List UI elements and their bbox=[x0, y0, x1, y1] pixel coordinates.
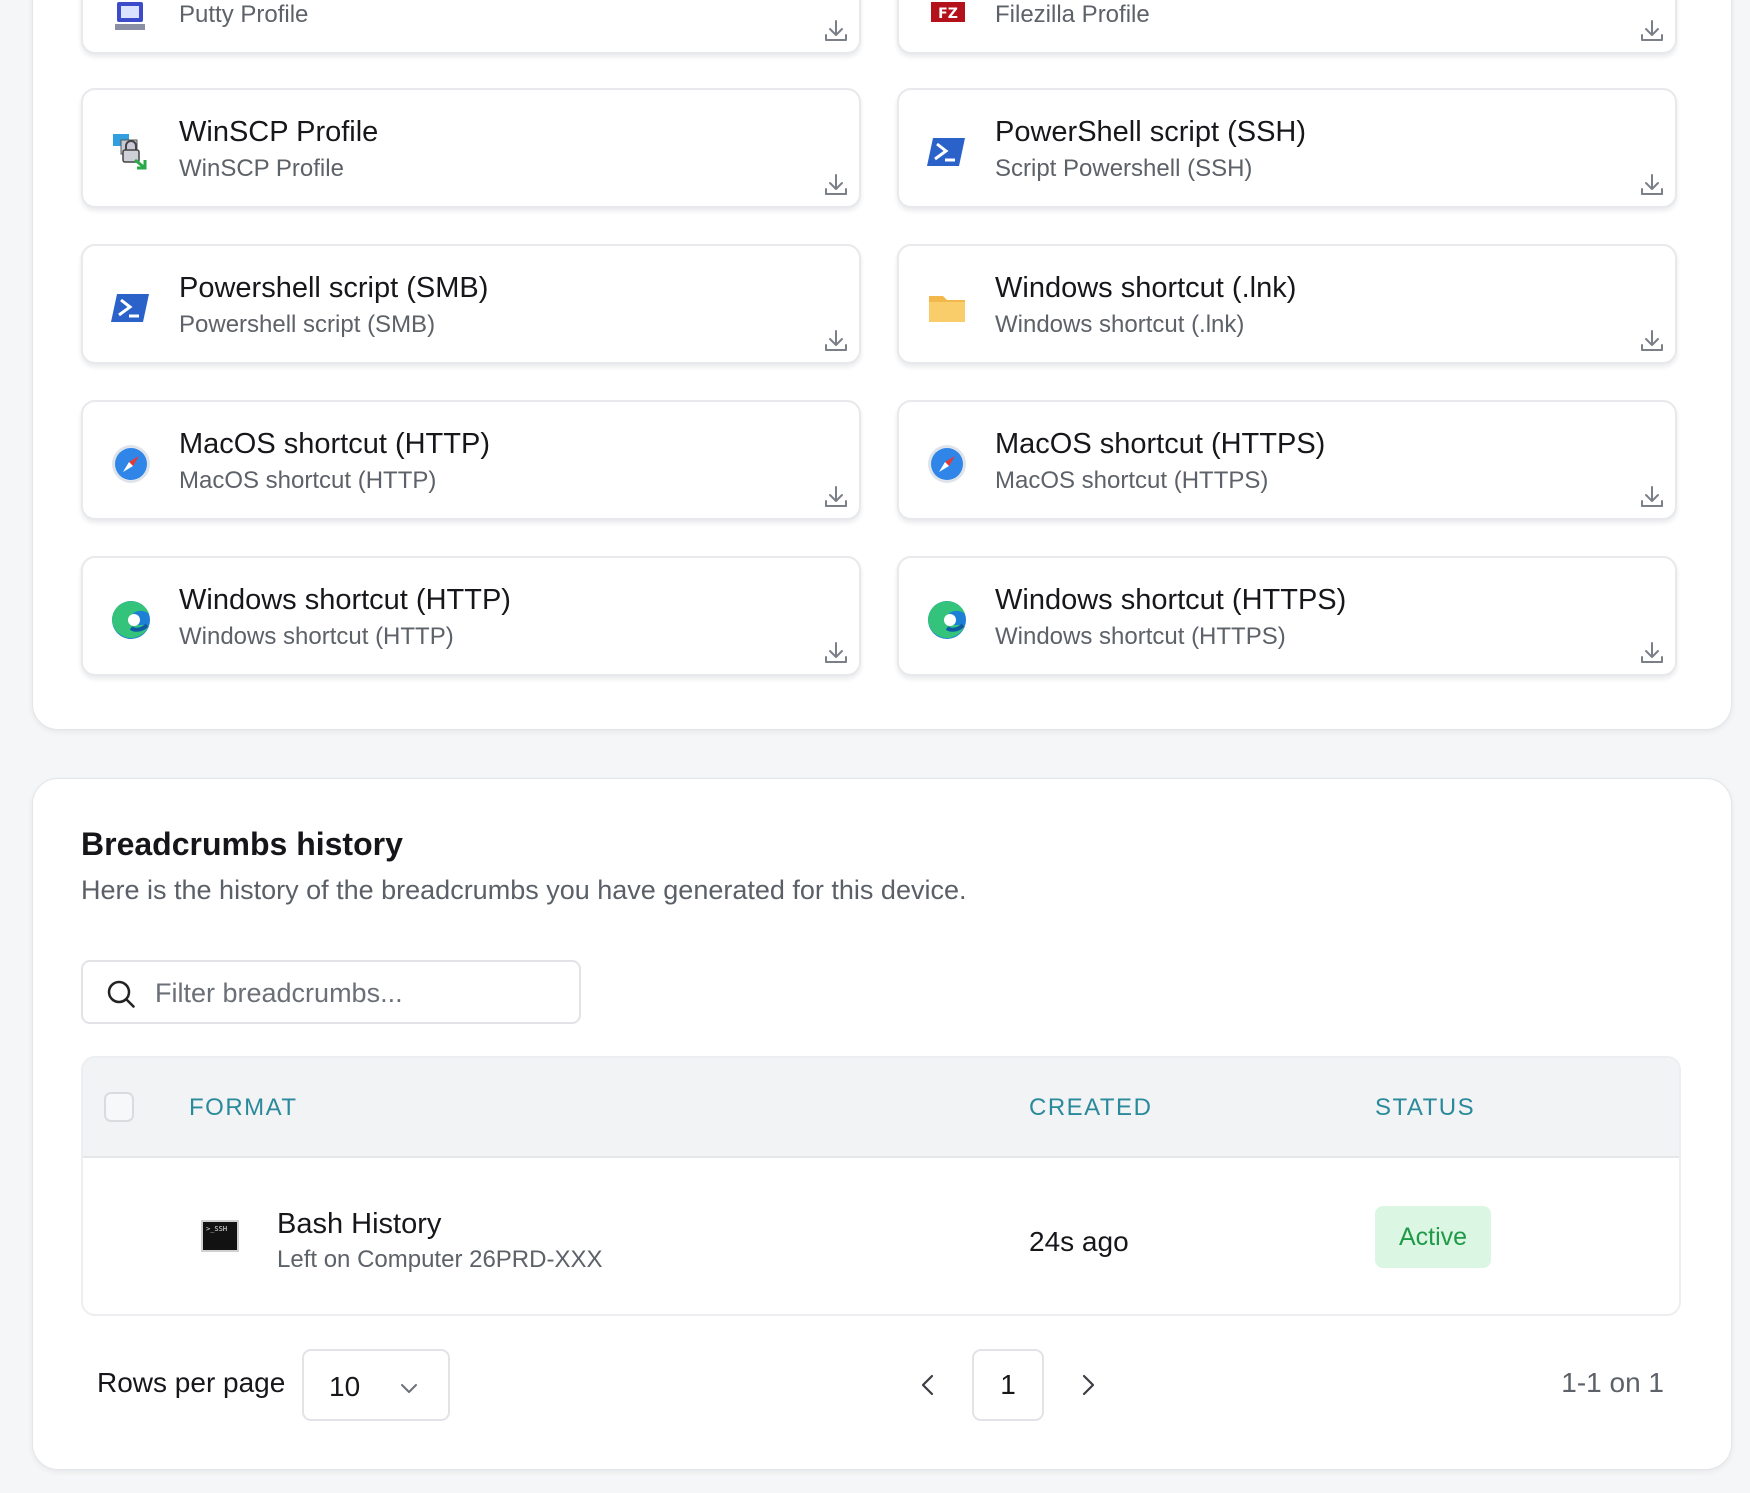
profile-card-subtitle: Script Powershell (SSH) bbox=[995, 155, 1253, 182]
download-icon[interactable] bbox=[821, 482, 851, 512]
chevron-down-icon bbox=[398, 1377, 420, 1399]
breadcrumbs-table: FORMAT CREATED STATUS >_SSH Bash History… bbox=[81, 1056, 1681, 1316]
chevron-right-icon bbox=[1082, 1374, 1095, 1396]
profile-card-title: Windows shortcut (.lnk) bbox=[995, 272, 1297, 304]
pagination-range: 1-1 on 1 bbox=[1561, 1367, 1664, 1398]
profile-card-powershell-ssh[interactable]: PowerShell script (SSH) Script Powershel… bbox=[897, 88, 1677, 208]
rows-per-page-select[interactable]: 10 bbox=[302, 1349, 450, 1421]
section-description: Here is the history of the breadcrumbs y… bbox=[81, 875, 967, 905]
page-button-current[interactable]: 1 bbox=[972, 1349, 1044, 1421]
download-icon[interactable] bbox=[1637, 16, 1667, 46]
next-page-button[interactable] bbox=[1072, 1369, 1104, 1401]
profile-card-title: Windows shortcut (HTTPS) bbox=[995, 584, 1347, 616]
profile-card-subtitle: Putty Profile bbox=[179, 1, 309, 28]
terminal-ssh-icon: >_SSH bbox=[200, 1219, 240, 1253]
column-header-created[interactable]: CREATED bbox=[1029, 1094, 1152, 1122]
profile-card-putty[interactable]: Putty Profile bbox=[81, 0, 861, 54]
svg-text:FZ: FZ bbox=[938, 6, 958, 22]
profile-card-macos-http[interactable]: MacOS shortcut (HTTP) MacOS shortcut (HT… bbox=[81, 400, 861, 520]
profile-card-powershell-smb[interactable]: Powershell script (SMB) Powershell scrip… bbox=[81, 244, 861, 364]
profile-card-title: WinSCP Profile bbox=[179, 116, 379, 148]
download-icon[interactable] bbox=[821, 16, 851, 46]
profile-card-windows-http[interactable]: Windows shortcut (HTTP) Windows shortcut… bbox=[81, 556, 861, 676]
download-icon[interactable] bbox=[1637, 326, 1667, 356]
column-header-status[interactable]: STATUS bbox=[1375, 1094, 1475, 1122]
column-header-format[interactable]: FORMAT bbox=[189, 1094, 298, 1122]
profile-card-title: Windows shortcut (HTTP) bbox=[179, 584, 511, 616]
rows-per-page-label: Rows per page bbox=[97, 1367, 286, 1398]
profile-card-subtitle: MacOS shortcut (HTTPS) bbox=[995, 467, 1269, 494]
download-icon[interactable] bbox=[1637, 638, 1667, 668]
terminal-icon-label: >_SSH bbox=[206, 1225, 227, 1233]
profile-card-windows-lnk[interactable]: Windows shortcut (.lnk) Windows shortcut… bbox=[897, 244, 1677, 364]
chevron-left-icon bbox=[921, 1374, 934, 1396]
profile-card-macos-https[interactable]: MacOS shortcut (HTTPS) MacOS shortcut (H… bbox=[897, 400, 1677, 520]
previous-page-button[interactable] bbox=[912, 1369, 944, 1401]
profile-card-title: MacOS shortcut (HTTPS) bbox=[995, 428, 1326, 460]
download-icon[interactable] bbox=[821, 638, 851, 668]
status-badge: Active bbox=[1375, 1206, 1491, 1268]
search-input[interactable] bbox=[153, 970, 567, 1016]
powershell-icon bbox=[925, 130, 969, 174]
profile-card-subtitle: WinSCP Profile bbox=[179, 155, 344, 182]
profile-card-subtitle: Filezilla Profile bbox=[995, 1, 1150, 28]
table-row[interactable]: >_SSH Bash History Left on Computer 26PR… bbox=[83, 1158, 1679, 1314]
folder-icon bbox=[925, 286, 969, 330]
safari-icon bbox=[925, 442, 969, 486]
profile-card-subtitle: Windows shortcut (.lnk) bbox=[995, 311, 1245, 338]
profile-card-subtitle: Powershell script (SMB) bbox=[179, 311, 436, 338]
download-icon[interactable] bbox=[821, 326, 851, 356]
profile-card-winscp[interactable]: WinSCP Profile WinSCP Profile bbox=[81, 88, 861, 208]
putty-icon bbox=[109, 0, 153, 42]
table-header: FORMAT CREATED STATUS bbox=[83, 1058, 1679, 1158]
edge-icon bbox=[109, 598, 153, 642]
search-box[interactable] bbox=[81, 960, 581, 1024]
winscp-icon bbox=[109, 130, 153, 174]
profile-card-subtitle: Windows shortcut (HTTPS) bbox=[995, 623, 1286, 650]
profile-card-windows-https[interactable]: Windows shortcut (HTTPS) Windows shortcu… bbox=[897, 556, 1677, 676]
profile-card-filezilla[interactable]: FZ Filezilla Profile bbox=[897, 0, 1677, 54]
format-subtitle: Left on Computer 26PRD-XXX bbox=[277, 1246, 603, 1273]
filezilla-icon: FZ bbox=[925, 0, 969, 42]
download-icon[interactable] bbox=[821, 170, 851, 200]
safari-icon bbox=[109, 442, 153, 486]
profile-card-subtitle: Windows shortcut (HTTP) bbox=[179, 623, 454, 650]
download-icon[interactable] bbox=[1637, 482, 1667, 512]
profile-card-subtitle: MacOS shortcut (HTTP) bbox=[179, 467, 437, 494]
edge-icon bbox=[925, 598, 969, 642]
select-all-checkbox[interactable] bbox=[104, 1092, 134, 1122]
powershell-icon bbox=[109, 286, 153, 330]
format-title: Bash History bbox=[277, 1208, 442, 1240]
profile-card-title: MacOS shortcut (HTTP) bbox=[179, 428, 490, 460]
search-icon bbox=[105, 978, 137, 1010]
profile-card-title: Powershell script (SMB) bbox=[179, 272, 489, 304]
rows-per-page-value: 10 bbox=[329, 1371, 361, 1402]
created-time: 24s ago bbox=[1029, 1226, 1129, 1257]
download-icon[interactable] bbox=[1637, 170, 1667, 200]
section-title: Breadcrumbs history bbox=[81, 826, 403, 862]
profile-card-title: PowerShell script (SSH) bbox=[995, 116, 1307, 148]
